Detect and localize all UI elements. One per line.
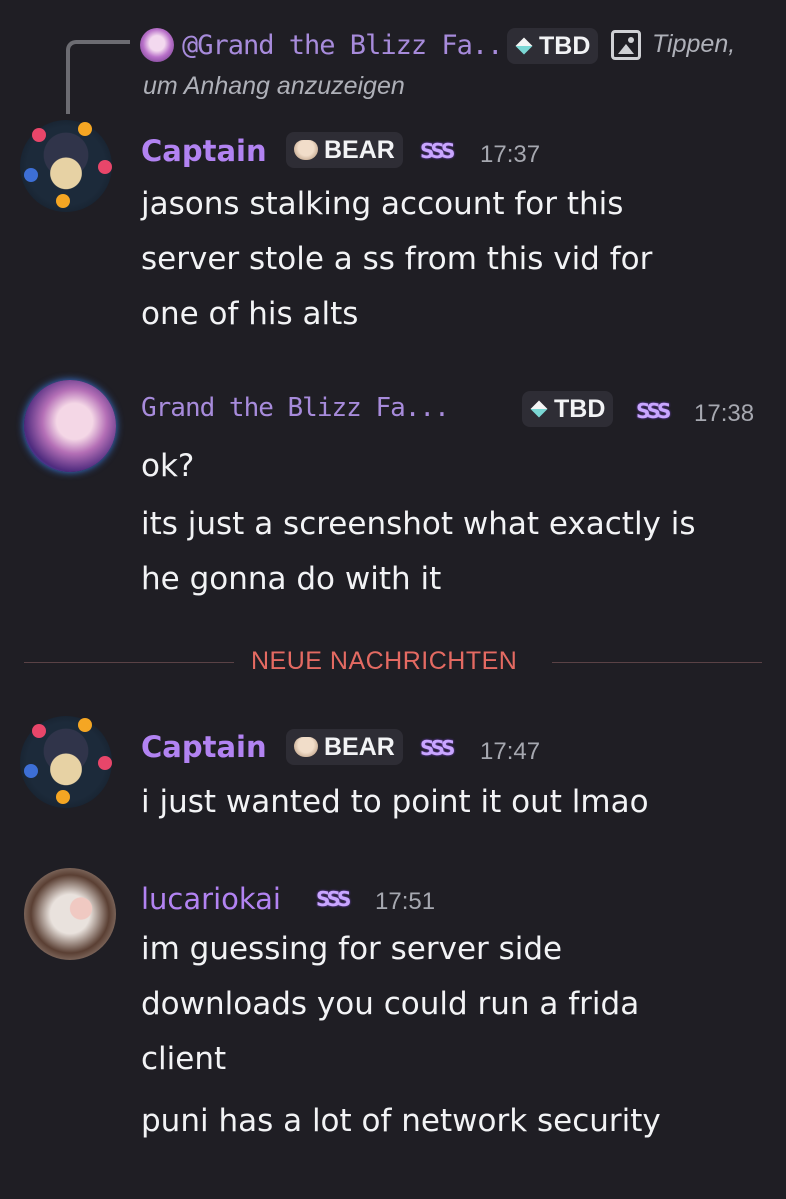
username[interactable]: lucariokai <box>141 882 281 916</box>
message-line: its just a screenshot what exactly is <box>141 506 696 542</box>
reply-author[interactable]: @Grand the Blizz Fa... <box>182 30 519 61</box>
avatar[interactable] <box>24 868 116 960</box>
tag-label: TBD <box>539 31 591 60</box>
message-line: client <box>141 1041 227 1077</box>
message-line: one of his alts <box>141 296 359 332</box>
diamond-icon <box>515 37 533 55</box>
reply-tbd-tag: TBD <box>507 28 599 64</box>
timestamp: 17:47 <box>480 738 541 765</box>
timestamp: 17:38 <box>694 400 755 427</box>
new-messages-divider: NEUE NACHRICHTEN <box>251 647 518 675</box>
badge-icon: SSS <box>636 399 671 423</box>
reply-attachment-hint-2[interactable]: um Anhang anzuzeigen <box>143 72 405 101</box>
reply-attachment-hint[interactable]: Tippen, <box>652 30 735 59</box>
divider-line <box>24 662 234 663</box>
orange-icon <box>78 718 92 732</box>
timestamp: 17:37 <box>480 141 541 168</box>
username[interactable]: Captain <box>141 134 267 168</box>
tag-label: BEAR <box>324 732 395 761</box>
username[interactable]: Grand the Blizz Fa... <box>141 393 450 423</box>
image-icon <box>611 30 641 60</box>
message-line: i just wanted to point it out lmao <box>141 784 649 820</box>
reply-avatar[interactable] <box>140 28 174 62</box>
strawberry-icon <box>32 724 46 738</box>
orange-icon <box>78 122 92 136</box>
badge-icon: SSS <box>420 736 455 760</box>
tag-label: TBD <box>554 394 606 423</box>
username[interactable]: Captain <box>141 730 267 764</box>
orange-icon <box>56 790 70 804</box>
message-line: puni has a lot of network security <box>141 1103 661 1139</box>
heart-icon <box>294 140 318 160</box>
blueberry-icon <box>24 168 38 182</box>
message-line: ok? <box>141 448 195 484</box>
message-line: jasons stalking account for this <box>141 186 624 222</box>
avatar[interactable] <box>24 380 116 472</box>
message-line: he gonna do with it <box>141 561 442 597</box>
tbd-tag: TBD <box>522 391 614 427</box>
divider-line <box>552 662 762 663</box>
message-line: server stole a ss from this vid for <box>141 241 653 277</box>
strawberry-icon <box>98 160 112 174</box>
strawberry-icon <box>32 128 46 142</box>
orange-icon <box>56 194 70 208</box>
heart-icon <box>294 737 318 757</box>
timestamp: 17:51 <box>375 888 436 915</box>
reply-connector <box>66 40 130 114</box>
blueberry-icon <box>24 764 38 778</box>
bear-tag: BEAR <box>286 729 403 765</box>
bear-tag: BEAR <box>286 132 403 168</box>
message-line: im guessing for server side <box>141 931 563 967</box>
avatar[interactable] <box>20 716 112 808</box>
diamond-icon <box>530 400 548 418</box>
message-line: downloads you could run a frida <box>141 986 640 1022</box>
strawberry-icon <box>98 756 112 770</box>
avatar[interactable] <box>20 120 112 212</box>
badge-icon: SSS <box>420 139 455 163</box>
badge-icon: SSS <box>316 887 351 911</box>
tag-label: BEAR <box>324 135 395 164</box>
